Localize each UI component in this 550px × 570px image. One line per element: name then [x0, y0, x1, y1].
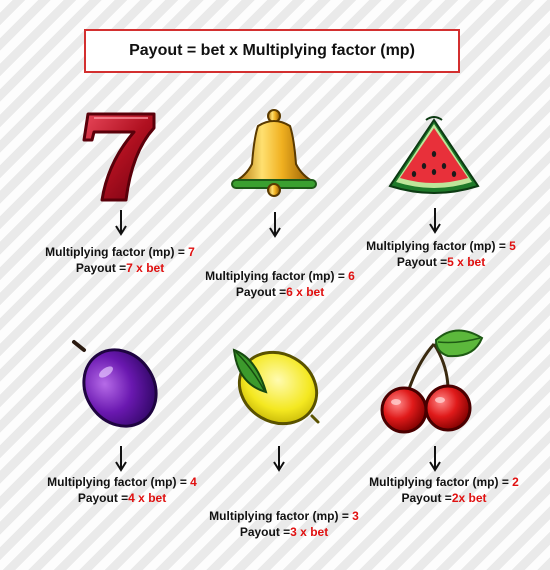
down-arrow-icon	[268, 210, 282, 238]
seven-icon	[82, 108, 160, 204]
formula-text: Payout = bet x Multiplying factor (mp)	[129, 42, 415, 59]
down-arrow-icon	[428, 206, 442, 234]
down-arrow-icon	[114, 444, 128, 472]
payout-info-lemon: Multiplying factor (mp) = 3 Payout =3 x …	[209, 509, 359, 539]
formula-banner: Payout = bet x Multiplying factor (mp)	[84, 29, 460, 73]
lemon-icon	[226, 340, 322, 428]
cherry-icon	[378, 322, 488, 434]
plum-icon	[70, 336, 166, 432]
payout-info-watermelon: Multiplying factor (mp) = 5 Payout =5 x …	[366, 239, 516, 269]
payout-info-seven: Multiplying factor (mp) = 7 Payout =7 x …	[45, 245, 195, 275]
down-arrow-icon	[272, 444, 286, 472]
down-arrow-icon	[114, 208, 128, 236]
payout-info-bell: Multiplying factor (mp) = 6 Payout =6 x …	[205, 269, 355, 299]
watermelon-icon	[386, 114, 482, 198]
payout-info-plum: Multiplying factor (mp) = 4 Payout =4 x …	[47, 475, 197, 505]
down-arrow-icon	[428, 444, 442, 472]
payout-info-cherry: Multiplying factor (mp) = 2 Payout =2x b…	[369, 475, 519, 505]
bell-icon	[228, 108, 320, 198]
